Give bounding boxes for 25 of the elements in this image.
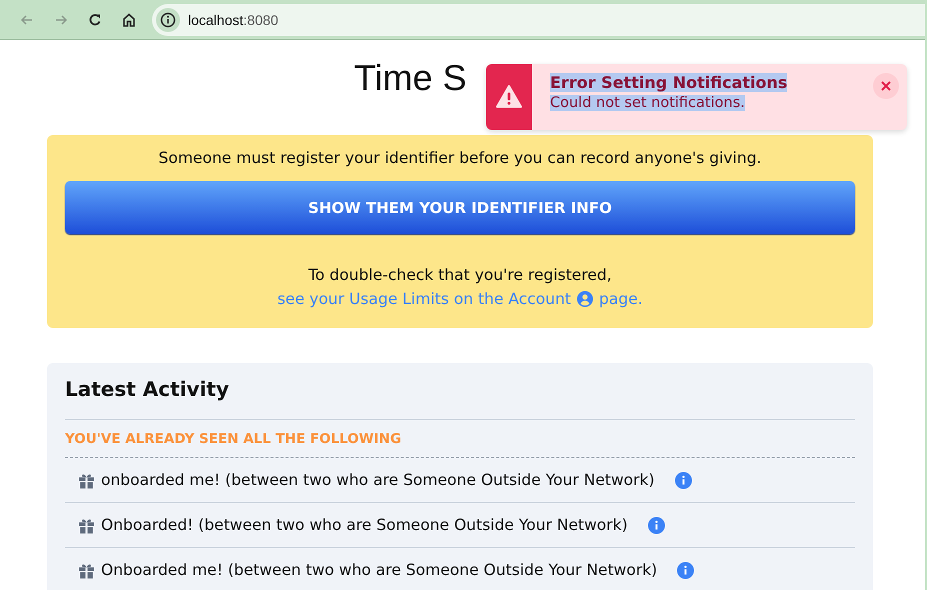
notice-message: Someone must register your identifier before you can record anyone's giving.: [158, 149, 762, 167]
activity-text: Onboarded! (between two who are Someone Outside Your Network): [101, 516, 628, 534]
gift-icon: [78, 516, 95, 534]
info-icon[interactable]: [156, 8, 180, 32]
gift-icon: [78, 472, 95, 488]
warning-icon: [496, 84, 522, 110]
url-text: localhost:8080: [188, 12, 278, 28]
toast-title: Error Setting Notifications: [550, 73, 788, 92]
home-icon[interactable]: [121, 12, 137, 28]
activity-text: onboarded me! (between two who are Someone Outside Your Network): [101, 471, 655, 489]
close-icon: [880, 80, 892, 92]
reload-icon[interactable]: [87, 12, 103, 28]
gift-icon: [78, 562, 95, 578]
toast-message: Could not set notifications.: [550, 95, 745, 111]
close-button[interactable]: [873, 73, 899, 99]
account-page-link[interactable]: page.: [599, 290, 643, 308]
check-text: To double-check that you're registered,: [307, 266, 613, 284]
address-bar[interactable]: localhost:8080: [152, 4, 925, 36]
activity-title: Latest Activity: [65, 377, 855, 420]
identifier-info-button[interactable]: SHOW THEM YOUR IDENTIFIER INFO: [65, 181, 855, 234]
usage-limits-link[interactable]: see your Usage Limits on the Account: [277, 290, 572, 308]
page-title: Time S: [354, 56, 467, 100]
user-icon: [577, 291, 594, 307]
activity-text: Onboarded me! (between two who are Someone Outside Your Network): [101, 561, 658, 579]
seen-label: YOU'VE ALREADY SEEN ALL THE FOLLOWING: [65, 420, 855, 458]
